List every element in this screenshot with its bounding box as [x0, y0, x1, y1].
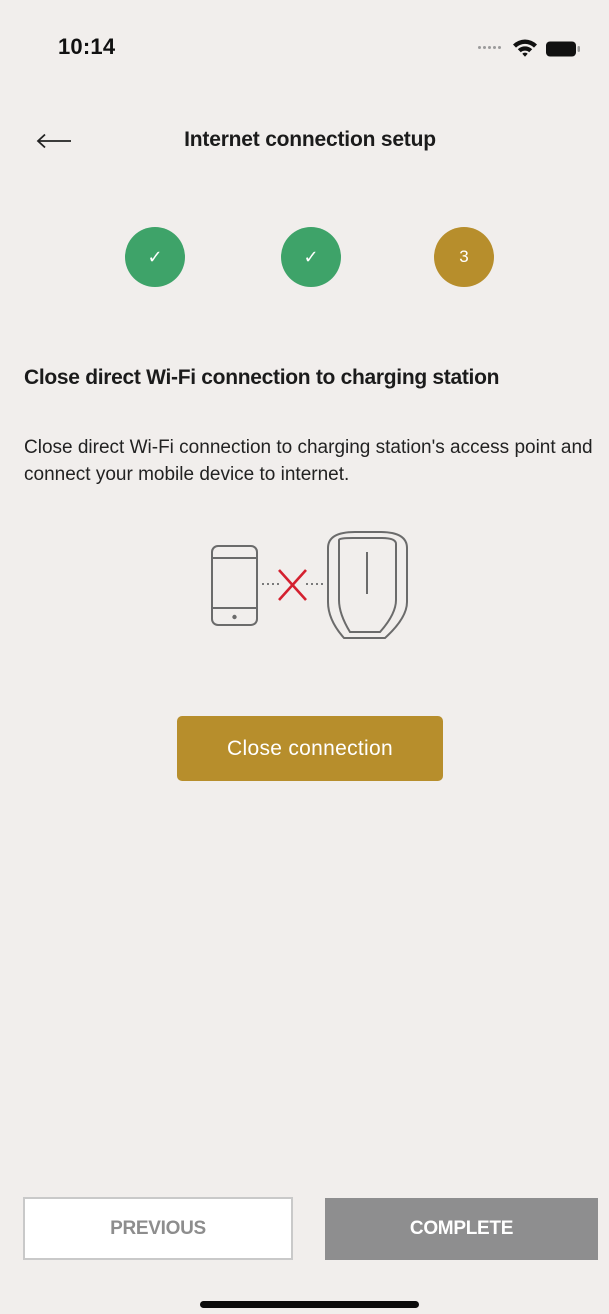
footer-navigation: PREVIOUS COMPLETE	[0, 1196, 609, 1266]
check-icon: ✓	[303, 246, 319, 267]
step-2-complete: ✓	[281, 227, 341, 287]
step-1-complete: ✓	[125, 227, 185, 287]
description-text: Close direct Wi-Fi connection to chargin…	[24, 437, 593, 485]
home-indicator	[200, 1301, 419, 1308]
wifi-icon	[513, 39, 537, 57]
previous-button[interactable]: PREVIOUS	[23, 1197, 293, 1260]
step-number: 3	[459, 247, 469, 266]
disconnect-illustration	[211, 531, 408, 639]
phone-icon	[211, 545, 258, 626]
page-title: Internet connection setup	[184, 128, 436, 151]
status-bar: 10:14	[0, 0, 609, 90]
charging-station-icon	[327, 531, 408, 639]
complete-button[interactable]: COMPLETE	[325, 1198, 598, 1260]
cellular-signal-icon	[478, 44, 502, 50]
status-time: 10:14	[58, 34, 116, 59]
step-3-current: 3	[434, 227, 494, 287]
battery-icon	[546, 41, 580, 57]
disconnected-x-icon	[278, 569, 307, 601]
section-title: Close direct Wi-Fi connection to chargin…	[24, 366, 500, 389]
check-icon: ✓	[147, 246, 163, 267]
progress-stepper: ✓ ✓ 3	[0, 225, 609, 291]
header: Internet connection setup	[0, 110, 609, 172]
close-connection-button[interactable]: Close connection	[177, 716, 443, 781]
